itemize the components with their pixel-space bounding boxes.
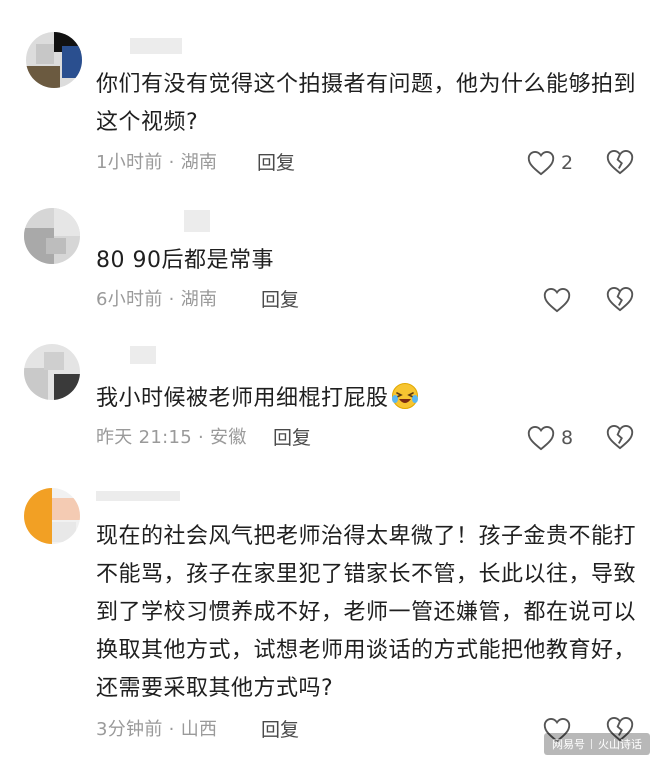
broken-heart-icon [606,424,634,450]
reply-button[interactable]: 回复 [273,426,311,450]
comment-text: 现在的社会风气把老师治得太卑微了！孩子金贵不能打不能骂，孩子在家里犯了错家长不管… [96,524,637,701]
dislike-button[interactable] [606,149,634,177]
reply-button[interactable]: 回复 [261,288,299,312]
avatar[interactable] [24,488,80,544]
username-redacted[interactable] [96,486,180,502]
dislike-button[interactable] [606,286,634,314]
comment-text: 80 90后都是常事 [96,248,274,273]
like-button[interactable] [543,286,577,314]
heart-outline-icon [527,425,555,451]
laughing-crying-emoji [391,383,418,409]
watermark-author: 火山诗话 [598,738,642,751]
heart-outline-icon [527,150,555,176]
comment-meta: 3分钟前 · 山西 [96,719,218,740]
avatar[interactable] [26,32,82,88]
comment-text: 你们有没有觉得这个拍摄者有问题，他为什么能够拍到这个视频? [96,72,637,135]
username-redacted[interactable] [130,38,182,54]
reply-button[interactable]: 回复 [257,151,295,175]
broken-heart-icon [606,286,634,312]
username-redacted[interactable] [184,210,210,232]
avatar[interactable] [24,208,80,264]
watermark-source: 网易号 [552,738,585,751]
reply-button[interactable]: 回复 [261,718,299,742]
comment-meta: 昨天 21:15 · 安徽 [96,427,247,448]
username-redacted[interactable] [130,346,156,364]
comment-meta: 6小时前 · 湖南 [96,289,218,310]
dislike-button[interactable] [606,424,634,452]
broken-heart-icon [606,149,634,175]
watermark-divider [591,739,592,749]
avatar[interactable] [24,344,80,400]
watermark: 网易号 火山诗话 [544,733,650,755]
like-button[interactable]: 2 [527,149,573,177]
like-button[interactable]: 8 [527,424,573,452]
comment-text: 我小时候被老师用细棍打屁股 [96,380,636,418]
comment-meta: 1小时前 · 湖南 [96,152,218,173]
like-count: 2 [561,152,574,174]
comment-text-content: 我小时候被老师用细棍打屁股 [96,386,389,411]
heart-outline-icon [543,287,571,313]
like-count: 8 [561,427,574,449]
